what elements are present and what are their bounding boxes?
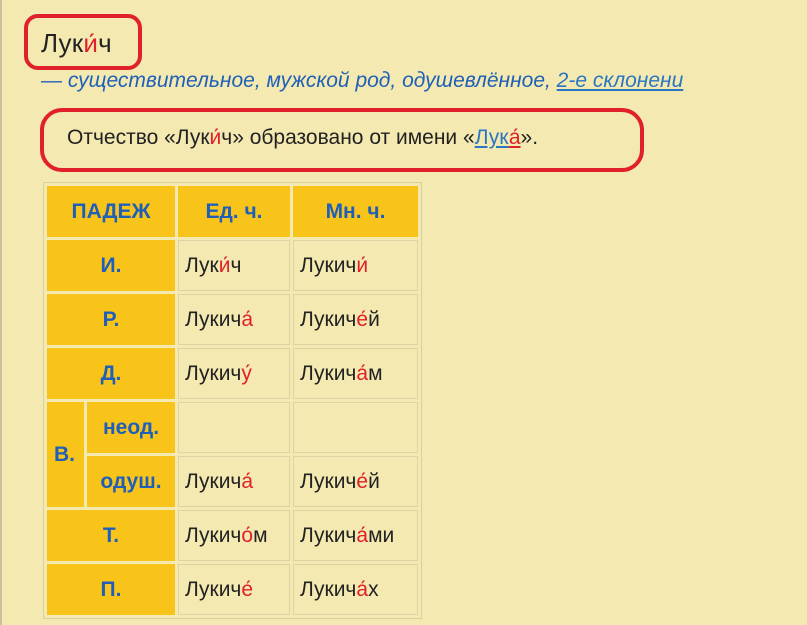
origin-text-middle: ч» образовано от имени « <box>221 126 475 149</box>
origin-text-prefix: Отчество «Лук <box>67 126 210 149</box>
declension-link[interactable]: 2-е склонени <box>557 69 684 92</box>
table-row: П. Лукиче́ Лукича́х <box>47 564 418 615</box>
case-label: Т. <box>47 510 175 561</box>
table-header-row: ПАДЕЖ Ед. ч. Мн. ч. <box>47 186 418 237</box>
table-row: И. Луки́ч Лукичи́ <box>47 240 418 291</box>
plural-form: Лукиче́й <box>293 456 418 507</box>
singular-form <box>178 402 290 453</box>
singular-form: Лукича́ <box>178 294 290 345</box>
table-row: В. неод. <box>47 402 418 507</box>
grammar-info: — существительное, мужской род, одушевлё… <box>41 69 683 93</box>
case-sublabel: неод. <box>87 402 175 453</box>
case-label: Д. <box>47 348 175 399</box>
page-left-border <box>0 0 2 625</box>
plural-form: Лукиче́й <box>293 294 418 345</box>
singular-form: Луки́ч <box>178 240 290 291</box>
header-singular: Ед. ч. <box>178 186 290 237</box>
singular-form: Лукичо́м <box>178 510 290 561</box>
header-case: ПАДЕЖ <box>47 186 175 237</box>
case-sublabel: одуш. <box>87 456 175 507</box>
case-label: Р. <box>47 294 175 345</box>
table-row: Р. Лукича́ Лукиче́й <box>47 294 418 345</box>
origin-note: Отчество «Луки́ч» образовано от имени «Л… <box>67 126 538 150</box>
luka-link-text: Лук <box>474 126 509 149</box>
grammar-text: — существительное, мужской род, одушевлё… <box>41 69 557 92</box>
plural-form: Лукича́ми <box>293 510 418 561</box>
luka-link[interactable]: Лука́ <box>475 126 521 149</box>
plural-form <box>293 402 418 453</box>
singular-form: Лукича́ <box>178 456 290 507</box>
table-row: Д. Лукичу́ Лукича́м <box>47 348 418 399</box>
case-label: П. <box>47 564 175 615</box>
plural-form: Лукичи́ <box>293 240 418 291</box>
table-row: одуш. Лукича́ Лукиче́й <box>47 456 418 507</box>
singular-form: Лукиче́ <box>178 564 290 615</box>
plural-form: Лукича́х <box>293 564 418 615</box>
header-plural: Мн. ч. <box>293 186 418 237</box>
title-highlight-circle <box>24 14 142 70</box>
table-row: Т. Лукичо́м Лукича́ми <box>47 510 418 561</box>
origin-stressed-letter: и́ <box>209 126 222 149</box>
plural-form: Лукича́м <box>293 348 418 399</box>
case-label: В. <box>47 402 84 507</box>
case-label: И. <box>47 240 175 291</box>
singular-form: Лукичу́ <box>178 348 290 399</box>
origin-text-suffix: ». <box>520 126 539 149</box>
luka-link-stressed: а́ <box>508 126 521 149</box>
declension-table: ПАДЕЖ Ед. ч. Мн. ч. И. Луки́ч Лукичи́ Р.… <box>43 182 422 619</box>
